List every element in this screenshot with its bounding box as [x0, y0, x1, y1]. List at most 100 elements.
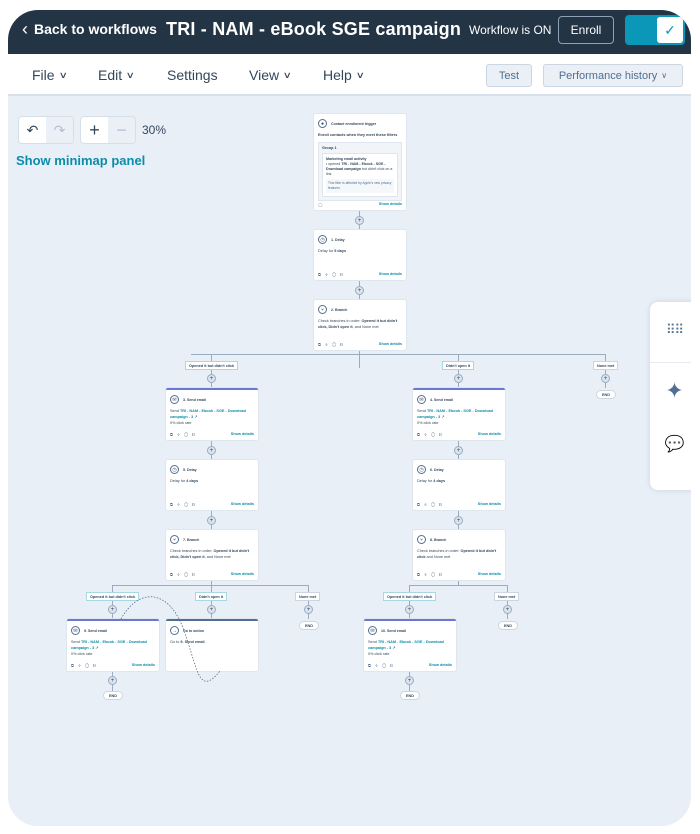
body-text: Check branches in order: [318, 319, 362, 323]
body-text: Delay for [417, 479, 434, 483]
add-action-button[interactable]: + [355, 216, 364, 225]
test-button[interactable]: Test [486, 64, 532, 87]
card-action-icons[interactable]: ⧉ ✣ ◯ ▯ [170, 432, 197, 437]
show-details-link[interactable]: Show details [429, 663, 452, 667]
branch-tag-opened-not-clicked[interactable]: Opened it but didn't click [383, 592, 437, 601]
add-action-button[interactable]: + [503, 605, 512, 614]
body-text: , and None met [204, 555, 231, 559]
action-card-send-email[interactable]: ✉ 3. Send email Send TRI - NAM - Ebook - … [166, 388, 258, 440]
show-minimap-link[interactable]: Show minimap panel [16, 153, 145, 168]
card-action-icons[interactable]: ⧉ ✣ ◯ ▯ [417, 572, 444, 577]
action-card-branch[interactable]: ⑂ 8. Branch Check branches in order: Open… [413, 530, 505, 580]
card-action-icons[interactable]: ⧉ ✣ ◯ ▯ [318, 272, 345, 277]
show-details-link[interactable]: Show details [478, 572, 501, 576]
branch-icon: ⑂ [318, 305, 327, 314]
add-action-button[interactable]: + [207, 605, 216, 614]
show-details-link[interactable]: Show details [132, 663, 155, 667]
action-card-go-to[interactable]: → Go to action Go to 9. Send email. [166, 619, 258, 671]
apps-grid-icon[interactable]: ⠿⠿ [650, 322, 691, 338]
add-action-button[interactable]: + [454, 516, 463, 525]
show-details-link[interactable]: Show details [231, 502, 254, 506]
enroll-button[interactable]: Enroll [558, 16, 614, 44]
action-card-branch[interactable]: ⑂ 2. Branch Check branches in order: Open… [314, 300, 406, 350]
back-to-workflows-link[interactable]: ‹ Back to workflows [22, 20, 157, 38]
add-action-button[interactable]: + [304, 605, 313, 614]
trigger-card[interactable]: ● Contact enrollment trigger Enroll conta… [314, 114, 406, 210]
action-card-delay[interactable]: ◷ 6. Delay Delay for 4 days ⧉ ✣ ◯ ▯ Show d… [413, 460, 505, 510]
group-title: Group 1 [322, 146, 337, 150]
card-action-icons[interactable]: ⧉ ✣ ◯ ▯ [417, 432, 444, 437]
show-details-link[interactable]: Show details [379, 202, 402, 206]
chevron-down-icon: ∨ [355, 69, 365, 80]
card-label: 1. Delay [331, 237, 345, 242]
zoom-out-button[interactable]: − [108, 117, 135, 143]
email-link[interactable]: TRI - NAM - Ebook - SGE - Download campa… [71, 640, 147, 650]
menu-view[interactable]: View ∨ [249, 67, 292, 83]
show-details-link[interactable]: Show details [478, 502, 501, 506]
show-details-link[interactable]: Show details [231, 572, 254, 576]
add-action-button[interactable]: + [207, 374, 216, 383]
action-card-branch[interactable]: ⑂ 7. Branch Check branches in order: Open… [166, 530, 258, 580]
add-action-button[interactable]: + [454, 446, 463, 455]
branch-tag-opened-not-clicked[interactable]: Opened it but didn't click [86, 592, 140, 601]
add-action-button[interactable]: + [108, 605, 117, 614]
add-action-button[interactable]: + [207, 446, 216, 455]
workflow-title[interactable]: TRI - NAM - eBook SGE campaign [166, 19, 461, 40]
privacy-note: This filter is affected by Apple's new p… [326, 179, 394, 193]
zoom-level: 30% [142, 123, 167, 137]
workflow-canvas[interactable]: ↶ ↷ + − 30% Show minimap panel + + + + +… [8, 98, 691, 826]
branch-tag-none-met[interactable]: None met [494, 592, 520, 601]
ai-sparkle-icon[interactable]: ✦ [650, 378, 691, 404]
body-text: . [204, 640, 206, 644]
connector [458, 580, 459, 586]
trigger-description: Enroll contacts when they meet these fil… [318, 133, 398, 137]
branch-tag-opened-not-clicked[interactable]: Opened it but didn't click [185, 361, 239, 370]
card-action-icons[interactable]: ⧉ ✣ ◯ ▯ [417, 502, 444, 507]
card-label: 9. Send email [84, 628, 107, 633]
end-node: END [400, 691, 420, 700]
add-action-button[interactable]: + [207, 516, 216, 525]
zoom-in-button[interactable]: + [81, 117, 108, 143]
add-action-button[interactable]: + [601, 374, 610, 383]
email-link[interactable]: TRI - NAM - Ebook - SGE - Download campa… [417, 409, 493, 419]
show-details-link[interactable]: Show details [379, 272, 402, 276]
action-card-send-email[interactable]: ✉ 10. Send email Send TRI - NAM - Ebook -… [364, 619, 456, 671]
email-link[interactable]: TRI - NAM - Ebook - SGE - Download campa… [368, 640, 444, 650]
menu-help[interactable]: Help ∨ [323, 67, 365, 83]
menu-edit[interactable]: Edit ∨ [98, 67, 135, 83]
redo-button[interactable]: ↷ [46, 117, 73, 143]
performance-history-button[interactable]: Performance history ∨ [543, 64, 683, 87]
filter-prefix: • opened [326, 162, 342, 166]
menu-file[interactable]: File ∨ [32, 67, 67, 83]
clock-icon: ◷ [170, 465, 179, 474]
show-details-link[interactable]: Show details [379, 342, 402, 346]
card-action-icons[interactable]: ⧉ ✣ ◯ ▯ [170, 572, 197, 577]
add-action-button[interactable]: + [108, 676, 117, 685]
branch-tag-didnt-open[interactable]: Didn't open it [442, 361, 475, 370]
undo-button[interactable]: ↶ [19, 117, 46, 143]
card-action-icons[interactable]: ⧉ ✣ ◯ ▯ [318, 342, 345, 347]
add-action-button[interactable]: + [454, 374, 463, 383]
branch-tag-didnt-open[interactable]: Didn't open it [195, 592, 228, 601]
show-details-link[interactable]: Show details [231, 432, 254, 436]
menu-settings[interactable]: Settings [167, 67, 218, 83]
zoom-controls: + − [80, 116, 136, 144]
add-action-button[interactable]: + [405, 676, 414, 685]
show-details-link[interactable]: Show details [478, 432, 501, 436]
action-card-send-email[interactable]: ✉ 9. Send email Send TRI - NAM - Ebook - … [67, 619, 159, 671]
action-card-delay[interactable]: ◷ 5. Delay Delay for 4 days ⧉ ✣ ◯ ▯ Show d… [166, 460, 258, 510]
workflow-on-toggle[interactable]: ✓ [625, 15, 685, 45]
email-icon: ✉ [368, 626, 377, 635]
add-action-button[interactable]: + [355, 286, 364, 295]
card-action-icons[interactable]: ⧉ ✣ ◯ ▯ [170, 502, 197, 507]
email-link[interactable]: TRI - NAM - Ebook - SGE - Download campa… [170, 409, 246, 419]
branch-tag-none-met[interactable]: None met [295, 592, 321, 601]
card-action-icons[interactable]: ⧉ ✣ ◯ ▯ [71, 663, 98, 668]
add-action-button[interactable]: + [405, 605, 414, 614]
comments-icon[interactable]: 💬 [650, 434, 691, 454]
branch-tag-none-met[interactable]: None met [593, 361, 619, 370]
card-action-icons[interactable]: ⧉ ✣ ◯ ▯ [368, 663, 395, 668]
action-card-delay[interactable]: ◷ 1. Delay Delay for 5 days ⧉ ✣ ◯ ▯ Show d… [314, 230, 406, 280]
action-card-send-email[interactable]: ✉ 4. Send email Send TRI - NAM - Ebook - … [413, 388, 505, 440]
body-bold: 9. Send email [180, 640, 205, 644]
